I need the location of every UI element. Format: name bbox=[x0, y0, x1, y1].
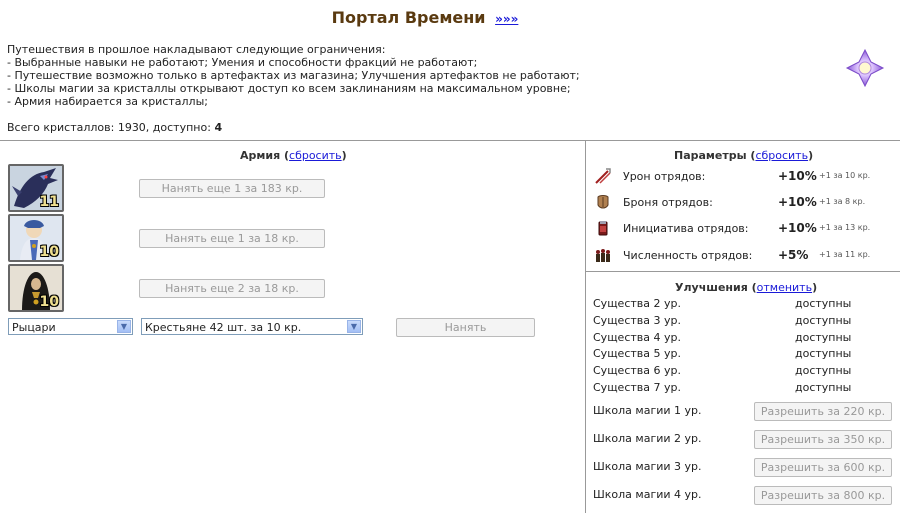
initiative-icon bbox=[598, 221, 608, 236]
damage-icon bbox=[595, 168, 611, 184]
unit-select-value: Крестьяне 42 шт. за 10 кр. bbox=[145, 321, 302, 334]
chevron-down-icon: ▼ bbox=[117, 320, 131, 333]
unit-count: 10 bbox=[39, 244, 59, 260]
allow-magic-button[interactable]: Разрешить за 350 кр. bbox=[754, 430, 892, 449]
param-value: +10% bbox=[778, 195, 817, 209]
chevron-down-icon: ▼ bbox=[347, 320, 361, 333]
crystals-label: Всего кристаллов: 1930, доступно: bbox=[7, 121, 211, 134]
param-label: Броня отрядов: bbox=[623, 196, 713, 209]
params-divider bbox=[585, 271, 900, 272]
restriction-line: - Путешествие возможно только в артефакт… bbox=[7, 69, 580, 82]
unit-slot[interactable]: 11 bbox=[8, 164, 64, 212]
restrictions-text: Путешествия в прошлое накладывают следую… bbox=[7, 43, 827, 108]
allow-magic-button[interactable]: Разрешить за 220 кр. bbox=[754, 402, 892, 421]
param-cost: +1 за 8 кр. bbox=[819, 197, 866, 206]
param-value: +10% bbox=[778, 221, 817, 235]
param-cost: +1 за 13 кр. bbox=[819, 223, 871, 232]
unit-count: 11 bbox=[39, 194, 59, 210]
faction-select[interactable]: Рыцари ▼ bbox=[8, 318, 133, 335]
top-divider bbox=[0, 140, 900, 141]
army-reset-link[interactable]: сбросить bbox=[289, 149, 342, 162]
creature-upgrade-label: Существа 3 ур. bbox=[593, 314, 681, 327]
params-title: Параметры (сбросить) bbox=[674, 149, 814, 162]
restriction-line: - Армия набирается за кристаллы; bbox=[7, 95, 208, 108]
restriction-line: - Выбранные навыки не работают; Умения и… bbox=[7, 56, 478, 69]
param-label: Численность отрядов: bbox=[623, 249, 753, 262]
param-row-armor[interactable]: Броня отрядов: +10% +1 за 8 кр. bbox=[594, 193, 894, 211]
army-title: Армия (сбросить) bbox=[240, 149, 347, 162]
restriction-line: - Школы магии за кристаллы открывают дос… bbox=[7, 82, 571, 95]
creature-upgrade-status: доступны bbox=[795, 297, 852, 310]
upgrades-cancel-link[interactable]: отменить bbox=[757, 281, 812, 294]
creature-upgrade-label: Существа 2 ур. bbox=[593, 297, 681, 310]
army-title-text: Армия bbox=[240, 149, 281, 162]
creature-upgrade-status: доступны bbox=[795, 364, 852, 377]
faction-select-value: Рыцари bbox=[12, 321, 56, 334]
hire-more-button[interactable]: Нанять еще 2 за 18 кр. bbox=[139, 279, 325, 298]
creature-upgrade-label: Существа 7 ур. bbox=[593, 381, 681, 394]
title-more-link[interactable]: »»» bbox=[495, 12, 518, 26]
magic-school-label: Школа магии 4 ур. bbox=[593, 488, 702, 501]
unit-count: 10 bbox=[39, 294, 59, 310]
column-divider bbox=[585, 140, 586, 513]
upgrades-title: Улучшения (отменить) bbox=[675, 281, 818, 294]
magic-school-label: Школа магии 2 ур. bbox=[593, 432, 702, 445]
creature-upgrade-status: доступны bbox=[795, 331, 852, 344]
restrictions-heading: Путешествия в прошлое накладывают следую… bbox=[7, 43, 386, 56]
allow-magic-button[interactable]: Разрешить за 800 кр. bbox=[754, 486, 892, 505]
param-label: Урон отрядов: bbox=[623, 170, 706, 183]
upgrades-title-text: Улучшения bbox=[675, 281, 748, 294]
param-cost: +1 за 10 кр. bbox=[819, 171, 871, 180]
params-reset-link[interactable]: сбросить bbox=[755, 149, 808, 162]
unit-slot[interactable]: 10 bbox=[8, 214, 64, 262]
param-row-damage[interactable]: Урон отрядов: +10% +1 за 10 кр. bbox=[594, 167, 894, 185]
param-row-initiative[interactable]: Инициатива отрядов: +10% +1 за 13 кр. bbox=[594, 219, 894, 237]
troop-size-icon bbox=[596, 249, 610, 262]
creature-upgrade-label: Существа 5 ур. bbox=[593, 347, 681, 360]
armor-icon bbox=[597, 195, 609, 209]
creature-upgrade-status: доступны bbox=[795, 347, 852, 360]
hire-more-button[interactable]: Нанять еще 1 за 18 кр. bbox=[139, 229, 325, 248]
magic-school-label: Школа магии 3 ур. bbox=[593, 460, 702, 473]
hire-button[interactable]: Нанять bbox=[396, 318, 535, 337]
page-title-text: Портал Времени bbox=[331, 8, 486, 27]
param-value: +10% bbox=[778, 169, 817, 183]
crystals-total: Всего кристаллов: 1930, доступно: 4 bbox=[7, 121, 222, 134]
creature-upgrade-status: доступны bbox=[795, 381, 852, 394]
creature-upgrade-status: доступны bbox=[795, 314, 852, 327]
param-value: +5% bbox=[778, 248, 809, 262]
page-title: Портал Времени »»» bbox=[0, 8, 850, 27]
allow-magic-button[interactable]: Разрешить за 600 кр. bbox=[754, 458, 892, 477]
hire-more-button[interactable]: Нанять еще 1 за 183 кр. bbox=[139, 179, 325, 198]
param-cost: +1 за 11 кр. bbox=[819, 250, 871, 259]
time-portal-icon bbox=[845, 48, 885, 88]
crystals-available: 4 bbox=[214, 121, 223, 134]
params-title-text: Параметры bbox=[674, 149, 747, 162]
creature-upgrade-label: Существа 6 ур. bbox=[593, 364, 681, 377]
unit-slot[interactable]: 10 bbox=[8, 264, 64, 312]
unit-select[interactable]: Крестьяне 42 шт. за 10 кр. ▼ bbox=[141, 318, 363, 335]
creature-upgrade-label: Существа 4 ур. bbox=[593, 331, 681, 344]
param-label: Инициатива отрядов: bbox=[623, 222, 749, 235]
param-row-troop-size[interactable]: Численность отрядов: +5% +1 за 11 кр. bbox=[594, 246, 894, 264]
magic-school-label: Школа магии 1 ур. bbox=[593, 404, 702, 417]
